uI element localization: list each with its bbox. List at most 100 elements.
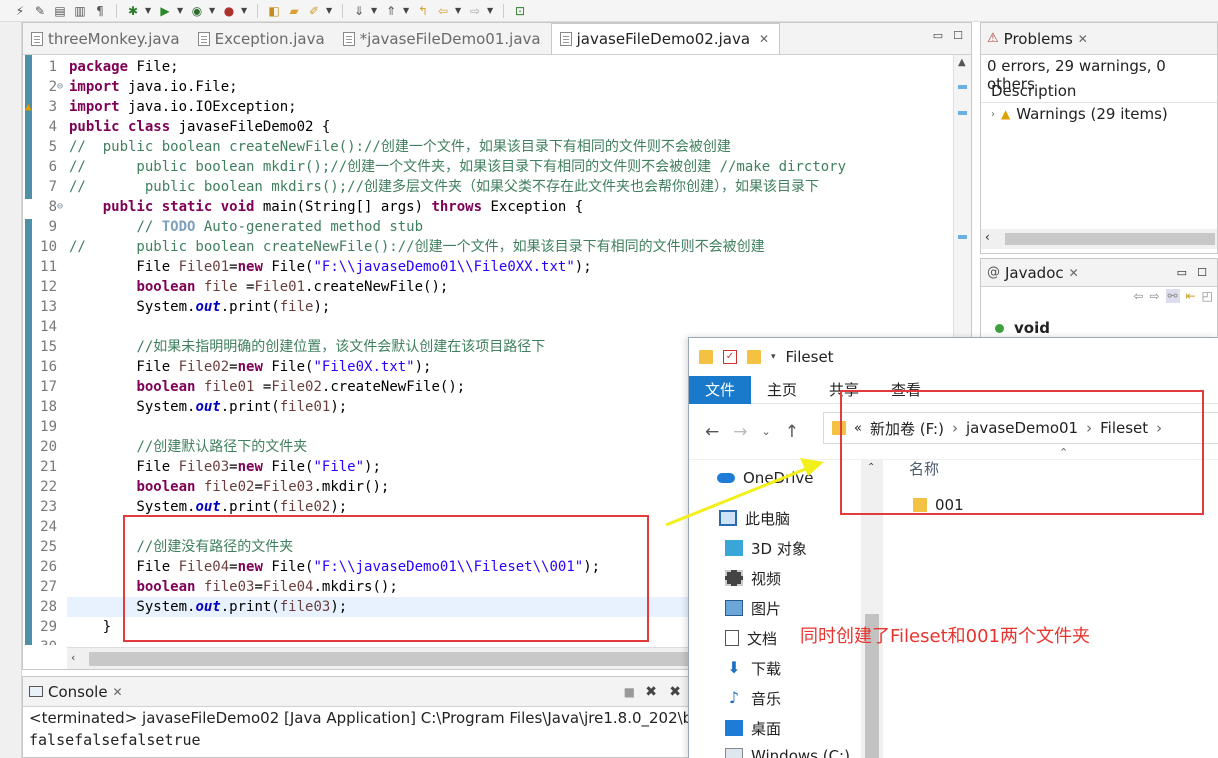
new-folder-icon[interactable] (747, 350, 761, 364)
open-folder-icon[interactable]: ▰ (286, 3, 302, 19)
print-icon[interactable]: ▥ (72, 3, 88, 19)
tab-threemonkey[interactable]: threeMonkey.java (23, 24, 190, 54)
nav-this-pc[interactable]: 此电脑 (719, 506, 790, 530)
close-tab-icon[interactable]: ✕ (759, 32, 769, 46)
close-view-icon[interactable]: ✕ (1078, 32, 1088, 46)
terminate-icon[interactable]: ■ (624, 685, 635, 699)
code-line[interactable]: 6 // public boolean mkdir();//创建一个文件夹，如果该… (23, 157, 955, 177)
prev-annotation-icon[interactable]: ⇑ (383, 3, 399, 19)
code-line[interactable]: 7 // public boolean mkdirs();//创建多层文件夹（如果… (23, 177, 955, 197)
back-icon[interactable]: ⇦ (1133, 289, 1143, 303)
last-edit-icon[interactable]: ↰ (415, 3, 431, 19)
next-annotation-icon[interactable]: ⇓ (351, 3, 367, 19)
code-line[interactable]: 12 boolean file =File01.createNewFile(); (23, 277, 955, 297)
debug-icon[interactable]: ✱ (125, 3, 141, 19)
nav-videos[interactable]: 视频 (725, 566, 781, 590)
dropdown-arrow-icon[interactable]: ▼ (209, 6, 217, 15)
scroll-thumb[interactable] (1005, 233, 1215, 245)
maximize-icon[interactable]: ☐ (953, 29, 963, 42)
forward-arrow-icon[interactable]: → (733, 422, 747, 442)
console-icon (29, 686, 43, 697)
open-attached-icon[interactable]: ⇤ (1186, 289, 1196, 303)
expand-icon[interactable]: › (991, 109, 995, 120)
remove-launch-icon[interactable]: ✖ (645, 684, 657, 700)
nav-music[interactable]: ♪ 音乐 (725, 686, 781, 710)
scroll-up-icon[interactable]: ▲ (958, 57, 966, 68)
code-line[interactable]: 10 // public boolean createNewFile()://创建… (23, 237, 955, 257)
console-output[interactable]: falsefalsefalsetrue (29, 731, 201, 749)
open-type-icon[interactable]: ◧ (266, 3, 282, 19)
tab-exception[interactable]: Exception.java (190, 24, 335, 54)
nav-desktop[interactable]: 桌面 (725, 716, 781, 740)
paragraph-icon[interactable]: ¶ (92, 3, 108, 19)
toggle-mark-icon[interactable]: ⚡ (12, 3, 28, 19)
recent-dropdown-icon[interactable]: ⌄ (762, 425, 771, 438)
properties-icon[interactable]: ✓ (723, 350, 737, 364)
nav-pictures[interactable]: 图片 (725, 596, 781, 620)
close-view-icon[interactable]: ✕ (1069, 266, 1079, 280)
scroll-left-icon[interactable]: ‹ (985, 230, 990, 244)
search-icon[interactable]: ✐ (306, 3, 322, 19)
warnings-tree-item[interactable]: › ▲ Warnings (29 items) (991, 105, 1168, 123)
forward-icon[interactable]: ⇨ (467, 3, 483, 19)
close-view-icon[interactable]: ✕ (113, 685, 123, 699)
dropdown-arrow-icon[interactable]: ▼ (371, 6, 379, 15)
tab-javasefiledemo01[interactable]: *javaseFileDemo01.java (335, 24, 551, 54)
nav-windows-c[interactable]: Windows (C:) (725, 744, 850, 758)
problems-column-header[interactable]: Description (981, 79, 1217, 103)
code-text: File File03=new File("File"); (69, 459, 381, 475)
nav-downloads[interactable]: ⬇ 下载 (725, 656, 781, 680)
dropdown-arrow-icon[interactable]: ▼ (403, 6, 411, 15)
code-line[interactable]: 13 System.out.print(file); (23, 297, 955, 317)
nav-onedrive[interactable]: OneDrive (717, 466, 814, 490)
scroll-left-icon[interactable]: ‹ (71, 651, 75, 664)
explorer-titlebar[interactable]: ✓ ▾ Fileset (689, 338, 1218, 376)
forward-icon[interactable]: ⇨ (1149, 289, 1159, 303)
minimize-icon[interactable]: ▭ (1177, 266, 1187, 279)
code-line[interactable]: 2 ⊖ import java.io.File; (23, 77, 955, 97)
fold-toggle-icon[interactable]: ⊖ (57, 197, 63, 217)
dropdown-arrow-icon[interactable]: ▼ (145, 6, 153, 15)
problems-horizontal-scrollbar[interactable]: ‹ (981, 229, 1217, 249)
code-line[interactable]: 5 // public boolean createNewFile()://创建一… (23, 137, 955, 157)
problems-header[interactable]: ⚠ Problems ✕ (981, 23, 1217, 55)
code-line[interactable]: 11 File File01=new File("F:\\javaseDemo0… (23, 257, 955, 277)
dropdown-arrow-icon[interactable]: ▼ (241, 6, 249, 15)
code-line[interactable]: 14 (23, 317, 955, 337)
nav-3d-objects[interactable]: 3D 对象 (725, 536, 807, 560)
console-header[interactable]: Console ✕ ■ ✖ ✖ (23, 677, 689, 707)
back-arrow-icon[interactable]: ← (705, 422, 719, 442)
dropdown-arrow-icon[interactable]: ▼ (177, 6, 185, 15)
run-icon[interactable]: ▶ (157, 3, 173, 19)
warning-marker-icon[interactable]: ▲ (25, 97, 32, 117)
code-line[interactable]: 8 ⊖ public static void main(String[] args… (23, 197, 955, 217)
external-tools-icon[interactable]: ● (221, 3, 237, 19)
code-line[interactable]: 3 ▲ import java.io.IOException; (23, 97, 955, 117)
fold-toggle-icon[interactable]: ⊖ (57, 77, 63, 97)
ribbon-tab-file[interactable]: 文件 (689, 375, 752, 404)
dropdown-arrow-icon[interactable]: ▼ (455, 6, 463, 15)
browser-icon[interactable]: ◰ (1202, 289, 1213, 303)
minimize-icon[interactable]: ▭ (933, 29, 943, 42)
maximize-icon[interactable]: ☐ (1197, 266, 1207, 279)
ribbon-tab-home[interactable]: 主页 (751, 376, 813, 404)
code-line[interactable]: 1 package File; (23, 57, 955, 77)
coverage-icon[interactable]: ◉ (189, 3, 205, 19)
dropdown-arrow-icon[interactable]: ▼ (487, 6, 495, 15)
nav-documents[interactable]: 文档 (725, 626, 777, 650)
code-line[interactable]: 9 // TODO Auto-generated method stub (23, 217, 955, 237)
tab-javasefiledemo02[interactable]: javaseFileDemo02.java ✕ (550, 23, 781, 54)
open-perspective-icon[interactable]: ⊡ (512, 3, 528, 19)
code-line[interactable]: 4 public class javaseFileDemo02 { (23, 117, 955, 137)
link-icon[interactable]: ⚯ (1165, 289, 1180, 303)
javadoc-header[interactable]: @ Javadoc ✕ ▭ ☐ (981, 259, 1217, 287)
cloud-icon (717, 473, 735, 483)
dropdown-arrow-icon[interactable]: ▼ (326, 6, 334, 15)
remove-all-icon[interactable]: ✖ (669, 684, 681, 700)
line-number: 22 (40, 479, 57, 495)
back-icon[interactable]: ⇦ (435, 3, 451, 19)
quick-access-dropdown-icon[interactable]: ▾ (771, 352, 776, 362)
up-arrow-icon[interactable]: ↑ (785, 422, 799, 442)
edit-icon[interactable]: ✎ (32, 3, 48, 19)
save-all-icon[interactable]: ▤ (52, 3, 68, 19)
